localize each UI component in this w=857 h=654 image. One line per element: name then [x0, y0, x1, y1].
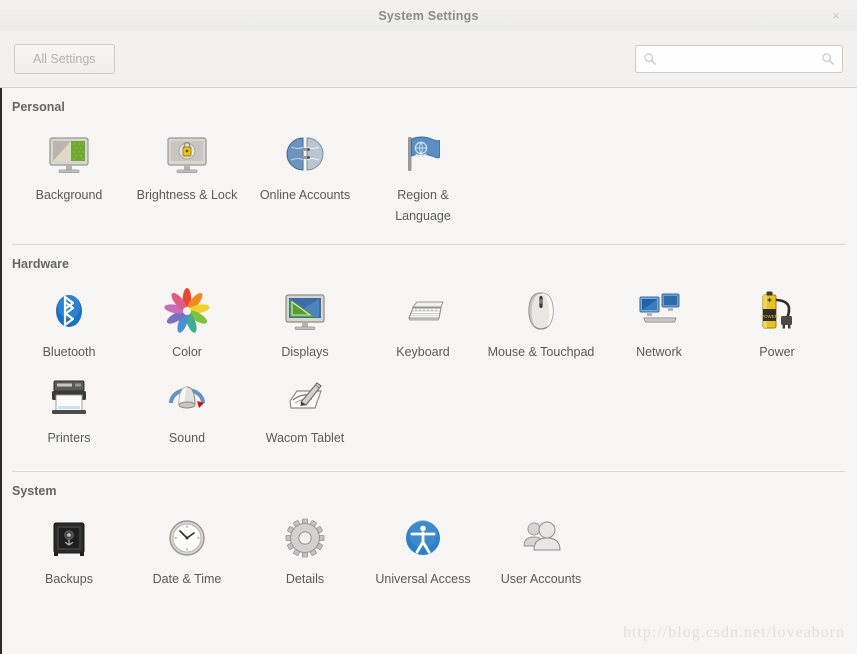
background-icon: [45, 130, 93, 178]
tile-label: Date & Time: [152, 572, 222, 587]
brightness-lock-icon: [163, 130, 211, 178]
window-left-border: [0, 88, 2, 654]
section-title-system: System: [12, 484, 57, 499]
color-icon: [163, 287, 211, 335]
settings-tile-region-language[interactable]: Region & Language: [364, 124, 482, 226]
settings-panel-area: Personal Background Brightness & Lock On…: [0, 88, 857, 654]
online-accounts-icon: [281, 130, 329, 178]
tile-label: Backups: [45, 572, 93, 587]
section-personal: Personal Background Brightness & Lock On…: [0, 88, 857, 234]
settings-tile-date-time[interactable]: Date & Time: [128, 508, 246, 594]
search-icon: [643, 52, 657, 66]
watermark: http://blog.csdn.net/loveaborn: [623, 624, 845, 641]
tile-label: User Accounts: [500, 572, 582, 587]
search-input[interactable]: [636, 46, 843, 72]
section-title-personal: Personal: [12, 100, 65, 114]
settings-tile-universal-access[interactable]: Universal Access: [364, 508, 482, 594]
wacom-tablet-icon: [281, 373, 329, 421]
tile-label: Universal Access: [375, 572, 471, 587]
power-icon: POWER: [753, 287, 801, 335]
settings-tile-color[interactable]: Color: [128, 281, 246, 367]
titlebar: System Settings ×: [0, 0, 857, 31]
tile-label: Printers: [47, 431, 91, 446]
bluetooth-icon: [45, 287, 93, 335]
grid-hardware: Bluetooth Color Displays Keyboard Mouse …: [0, 277, 857, 461]
tile-label: Region & Language: [395, 188, 451, 223]
date-time-icon: [163, 514, 211, 562]
section-system: System Backups Date & Time Details Unive…: [0, 472, 857, 602]
grid-system: Backups Date & Time Details Universal Ac…: [0, 504, 857, 602]
keyboard-icon: [399, 287, 447, 335]
settings-tile-printers[interactable]: Printers: [10, 367, 128, 453]
sound-icon: [163, 373, 211, 421]
svg-text:POWER: POWER: [761, 314, 778, 319]
close-icon[interactable]: ×: [827, 7, 845, 25]
tile-label: Sound: [168, 431, 206, 446]
grid-personal: Background Brightness & Lock Online Acco…: [0, 120, 857, 234]
settings-tile-displays[interactable]: Displays: [246, 281, 364, 367]
settings-tile-power[interactable]: POWER Power: [718, 281, 836, 367]
settings-tile-user-accounts[interactable]: User Accounts: [482, 508, 600, 594]
backups-icon: [45, 514, 93, 562]
tile-label: Wacom Tablet: [265, 431, 345, 446]
section-hardware: Hardware Bluetooth Color Displays Keyboa…: [0, 245, 857, 461]
printers-icon: [45, 373, 93, 421]
tile-label: Displays: [281, 345, 329, 360]
settings-tile-backups[interactable]: Backups: [10, 508, 128, 594]
window-title: System Settings: [378, 8, 479, 23]
tile-label: Keyboard: [396, 345, 450, 360]
mouse-touchpad-icon: [517, 287, 565, 335]
settings-tile-background[interactable]: Background: [10, 124, 128, 226]
search-clear-icon[interactable]: [821, 52, 835, 66]
section-title-hardware: Hardware: [12, 257, 69, 272]
tile-label: Color: [172, 345, 202, 360]
tile-label: Background: [35, 188, 103, 202]
tile-label: Power: [759, 345, 795, 360]
tile-label: Mouse & Touchpad: [487, 345, 595, 360]
settings-tile-network[interactable]: Network: [600, 281, 718, 367]
settings-tile-details[interactable]: Details: [246, 508, 364, 594]
universal-access-icon: [399, 514, 447, 562]
displays-icon: [281, 287, 329, 335]
all-settings-button[interactable]: All Settings: [14, 44, 115, 74]
settings-tile-sound[interactable]: Sound: [128, 367, 246, 453]
search-box[interactable]: [635, 45, 843, 73]
region-language-icon: [399, 130, 447, 178]
tile-label: Bluetooth: [42, 345, 96, 360]
tile-label: Online Accounts: [259, 188, 351, 202]
settings-tile-wacom-tablet[interactable]: Wacom Tablet: [246, 367, 364, 453]
tile-label: Network: [636, 345, 682, 360]
settings-tile-bluetooth[interactable]: Bluetooth: [10, 281, 128, 367]
settings-tile-online-accounts[interactable]: Online Accounts: [246, 124, 364, 226]
tile-label: Brightness & Lock: [136, 188, 238, 202]
system-settings-window: System Settings × All Settings Personal …: [0, 0, 857, 654]
settings-tile-keyboard[interactable]: Keyboard: [364, 281, 482, 367]
network-icon: [635, 287, 683, 335]
settings-tile-brightness-lock[interactable]: Brightness & Lock: [128, 124, 246, 226]
settings-tile-mouse-touchpad[interactable]: Mouse & Touchpad: [482, 281, 600, 367]
details-icon: [281, 514, 329, 562]
toolbar: All Settings: [0, 31, 857, 88]
tile-label: Details: [285, 572, 325, 587]
user-accounts-icon: [517, 514, 565, 562]
